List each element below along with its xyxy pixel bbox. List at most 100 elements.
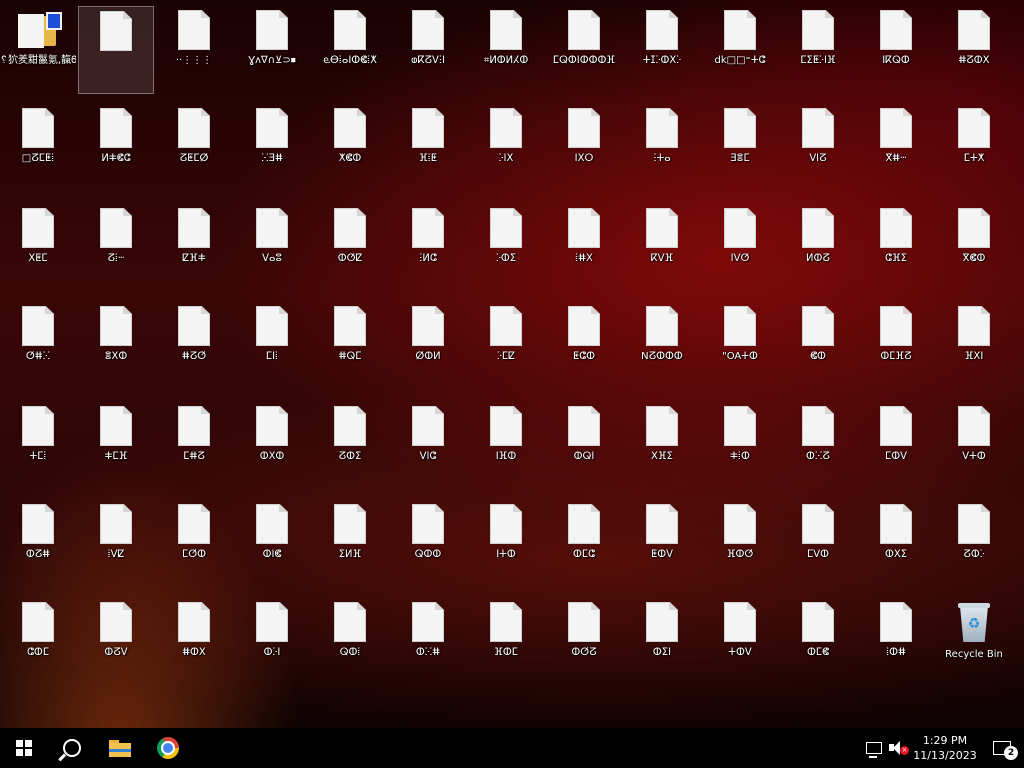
desktop-file-icon[interactable]: ⵀⵕⵏ: [546, 402, 622, 490]
desktop-file-icon[interactable]: ⵚⵌⵘ: [0, 302, 76, 390]
desktop-file-icon[interactable]: ⵎⵏⵂ: [234, 302, 310, 390]
desktop-file-icon[interactable]: ⵀⵝⵀ: [234, 402, 310, 490]
desktop-file-icon[interactable]: ⵕⵀⵀ: [390, 500, 466, 588]
desktop-file-icon[interactable]: ⴼⵀⵚ: [702, 500, 778, 588]
desktop-file-icon[interactable]: ⴺⴻⵎ: [702, 104, 778, 192]
desktop-file-icon[interactable]: ⵀⵉⵏ: [624, 598, 700, 686]
desktop-file-icon[interactable]: ⵟⵛⵀ: [546, 302, 622, 390]
network-button[interactable]: [862, 728, 886, 768]
desktop-file-icon[interactable]: [78, 6, 154, 94]
desktop-file-icon[interactable]: ⵌⵕⵎ: [312, 302, 388, 390]
notification-center-button[interactable]: 2: [980, 728, 1024, 768]
desktop-file-icon[interactable]: ⵛⴼⵉ: [858, 204, 934, 292]
desktop-file-icon[interactable]: ⵇⴼⵐ: [156, 204, 232, 292]
desktop-file-icon[interactable]: ⵀⵘⵒ: [780, 402, 856, 490]
desktop-file-icon[interactable]: ⵎⵚⵀ: [156, 500, 232, 588]
desktop-file-icon[interactable]: "OAⵜⵀ: [702, 302, 778, 390]
desktop-file-icon[interactable]: Nⵒⵀⵀⵀ: [624, 302, 700, 390]
desktop-file-icon[interactable]: ⵘⴺⵌ: [234, 104, 310, 192]
desktop-file-icon[interactable]: ⵝⵟⵎ: [0, 204, 76, 292]
desktop-file-icon[interactable]: ⵀⵏⵞ: [234, 500, 310, 588]
desktop-file-icon[interactable]: ⵀⵎⵞ: [780, 598, 856, 686]
desktop-file-icon[interactable]: ⴾⵎⵇ: [468, 302, 544, 390]
desktop-file-icon[interactable]: ⌗ⵍⵀⵍⵃⵀ: [468, 6, 544, 94]
desktop-file-icon[interactable]: ⵒⵂⵈ: [78, 204, 154, 292]
desktop-file-icon[interactable]: ⵍⵀⵒ: [780, 204, 856, 292]
desktop-file-icon[interactable]: ⴾⵀⵉ: [468, 204, 544, 292]
desktop-file-icon[interactable]: ⱷⴽⵒⴸⵗⵏ: [390, 6, 466, 94]
desktop-file-icon[interactable]: ␦狖羑黚鬣氪,靝Ꮾ00黒羚覇: [0, 6, 76, 94]
desktop-file-icon[interactable]: ⵛⵀⵎ: [0, 598, 76, 686]
desktop-file-icon[interactable]: ⵅⵞⵀ: [312, 104, 388, 192]
desktop-file-icon[interactable]: ⴽⴸⴼ: [624, 204, 700, 292]
desktop-file-icon[interactable]: ⵌⵒⵚ: [156, 302, 232, 390]
desktop-file-icon[interactable]: ⵕⵀⵂ: [312, 598, 388, 686]
desktop-file-icon[interactable]: ⵂⴸⵇ: [78, 500, 154, 588]
desktop-file-icon[interactable]: ⵎⵉⵟⴾⵏⴼ: [780, 6, 856, 94]
desktop-file-icon[interactable]: ⵎⵌⵒ: [156, 402, 232, 490]
desktop-file-icon[interactable]: ⵀⵚⵒ: [546, 598, 622, 686]
desktop-file-icon[interactable]: ⵏⴸⵚ: [702, 204, 778, 292]
desktop-file-icon[interactable]: ⵝⴼⵉ: [624, 402, 700, 490]
desktop-file-icon[interactable]: ⵍⵐⵞⵛ: [78, 104, 154, 192]
desktop-file-icon[interactable]: ⵂⵀⵌ: [858, 598, 934, 686]
desktop-file-icon[interactable]: ⵏⴽⵕⵀ: [858, 6, 934, 94]
desktop-file-icon[interactable]: ⵁⵀⵍ: [390, 302, 466, 390]
desktop-file-icon[interactable]: ⵐⵂⵀ: [702, 402, 778, 490]
desktop-file-icon[interactable]: ⵀⵝⵉ: [858, 500, 934, 588]
desktop-file-icon[interactable]: ⵞⵀ: [780, 302, 856, 390]
desktop-file-icon[interactable]: ⵉⵍⴼ: [312, 500, 388, 588]
desktop-file-icon[interactable]: ⴸⵏⵛ: [390, 402, 466, 490]
desktop-file-icon[interactable]: ⵜⵊⴾⵀⵝⴾ: [624, 6, 700, 94]
desktop-file-icon[interactable]: ⵒⵟⵎⵁ: [156, 104, 232, 192]
desktop[interactable]: ␦狖羑黚鬣氪,靝Ꮾ00黒羚覇 ··⋮⋮⋮ Ɣʌ∇∩⊻⊃⏹ ⱸⴱⵂⴰⵏⵀⵞⵂⵅ ⱷⴽⵒⴸⵗ…: [0, 0, 1024, 728]
desktop-file-icon[interactable]: ⵌⵀⵝ: [156, 598, 232, 686]
chrome-button[interactable]: [144, 728, 192, 768]
desktop-file-icon[interactable]: ⵐⵎⴼ: [78, 402, 154, 490]
desktop-file-icon[interactable]: ⵀⵘⵌ: [390, 598, 466, 686]
desktop-file-icon[interactable]: ⴼⵂⵟ: [390, 104, 466, 192]
desktop-file-icon[interactable]: ⵟⵀⴸ: [624, 500, 700, 588]
desktop-file-icon[interactable]: ⵀⴾⵏ: [234, 598, 310, 686]
search-button[interactable]: [48, 728, 96, 768]
desktop-file-icon[interactable]: ⴻⵝⵀ: [78, 302, 154, 390]
desktop-file-icon[interactable]: ⴼⵝⵏ: [936, 302, 1012, 390]
desktop-file-icon[interactable]: ⵀⵚⵇ: [312, 204, 388, 292]
desktop-file-icon[interactable]: ⴸⵏⵒ: [780, 104, 856, 192]
desktop-file-icon[interactable]: ⴳⵌⵈ: [858, 104, 934, 192]
clock[interactable]: 1:29 PM 11/13/2023: [910, 728, 980, 768]
desktop-file-icon[interactable]: ⵂⵌⵝ: [546, 204, 622, 292]
desktop-file-icon[interactable]: ⴸⵜⵀ: [936, 402, 1012, 490]
start-button[interactable]: [0, 728, 48, 768]
desktop-file-icon[interactable]: ⵗⵍⵛ: [390, 204, 466, 292]
desktop-file-icon[interactable]: ⵏⵝⵔ: [546, 104, 622, 192]
desktop-file-icon[interactable]: ⵌⵒⵀⵝ: [936, 6, 1012, 94]
desktop-file-icon[interactable]: ⵀⵒⵌ: [0, 500, 76, 588]
recycle-bin[interactable]: ♻ Recycle Bin: [936, 598, 1012, 686]
desktop-file-icon[interactable]: ⴼⵀⵎ: [468, 598, 544, 686]
desktop-file-icon[interactable]: Ɣʌ∇∩⊻⊃⏹: [234, 6, 310, 94]
desktop-file-icon[interactable]: ⵎⵀⴸ: [858, 402, 934, 490]
desktop-file-icon[interactable]: ⴸⴰⵓ: [234, 204, 310, 292]
desktop-file-icon[interactable]: ⵏⵜⵀ: [468, 500, 544, 588]
desktop-file-icon[interactable]: □ⵒⵎⵟⵂ: [0, 104, 76, 192]
desktop-file-icon[interactable]: ⵒⵀⵉ: [312, 402, 388, 490]
desktop-file-icon[interactable]: ⵎⵜⵅ: [936, 104, 1012, 192]
desktop-file-icon[interactable]: ⵎⴸⵀ: [780, 500, 856, 588]
desktop-file-icon[interactable]: ⵜⵎⵂ: [0, 402, 76, 490]
desktop-file-icon[interactable]: ⵏⴼⵀ: [468, 402, 544, 490]
desktop-file-icon[interactable]: ⵀⵎⵛ: [546, 500, 622, 588]
desktop-file-icon[interactable]: ⴾⵏⵝ: [468, 104, 544, 192]
desktop-file-icon[interactable]: ⵒⵀⴾ: [936, 500, 1012, 588]
desktop-file-icon[interactable]: ⵀⵒⴸ: [78, 598, 154, 686]
desktop-file-icon[interactable]: ⵜⵀⴸ: [702, 598, 778, 686]
desktop-file-icon[interactable]: ⴳⵞⵀ: [936, 204, 1012, 292]
desktop-file-icon[interactable]: ⵀⵎⴼⵒ: [858, 302, 934, 390]
volume-button[interactable]: ×: [886, 728, 910, 768]
desktop-file-icon[interactable]: ··⋮⋮⋮: [156, 6, 232, 94]
file-explorer-button[interactable]: [96, 728, 144, 768]
desktop-file-icon[interactable]: dk□□⁼ⵜⵛ: [702, 6, 778, 94]
desktop-file-icon[interactable]: ⵗⵜⴰ: [624, 104, 700, 192]
desktop-file-icon[interactable]: ⵎⵕⵀⵏⵀⵀⵀⴼ: [546, 6, 622, 94]
desktop-file-icon[interactable]: ⱸⴱⵂⴰⵏⵀⵞⵂⵅ: [312, 6, 388, 94]
